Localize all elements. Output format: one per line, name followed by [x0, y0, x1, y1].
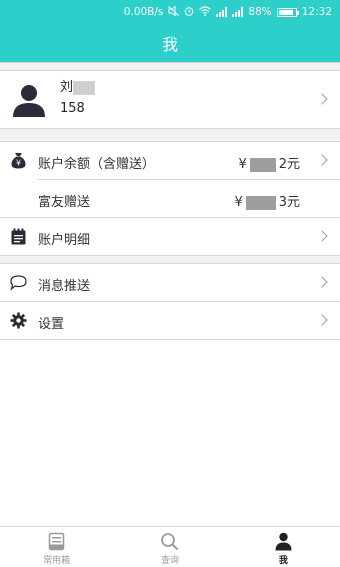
chevron-right-icon: [316, 93, 328, 105]
profile-row[interactable]: 刘 158: [0, 71, 340, 128]
net-speed: 0.00B/s: [123, 6, 164, 18]
clock: 12:32: [301, 6, 332, 18]
page-title: 我: [161, 35, 178, 54]
wifi-icon: [199, 5, 212, 19]
box-icon: [48, 532, 65, 551]
settings-label: 设置: [38, 317, 65, 332]
section-gap: [0, 62, 340, 71]
messages-row[interactable]: 消息推送: [0, 264, 340, 301]
tab-me[interactable]: 我: [227, 527, 340, 567]
balance-row[interactable]: ¥ 账户余额（含赠送） ¥2元: [0, 142, 340, 179]
battery-icon: [276, 7, 299, 17]
account-detail-label: 账户明细: [38, 233, 91, 248]
gift-label: 富友赠送: [38, 195, 91, 210]
tab-label: 查询: [160, 556, 179, 566]
value-redaction: [245, 195, 276, 210]
alarm-icon: [184, 6, 194, 19]
battery-percent: 88%: [248, 6, 272, 18]
gift-row: 富友赠送 ¥3元: [0, 180, 340, 217]
svg-text:¥: ¥: [16, 159, 21, 168]
balance-value: ¥2元: [238, 157, 300, 172]
status-bar: 0.00B/s 88% 12:32: [0, 0, 340, 24]
gift-value: ¥3元: [234, 195, 300, 210]
settings-row[interactable]: 设置: [0, 302, 340, 339]
tab-common-box[interactable]: 常用箱: [0, 527, 113, 567]
title-bar: 我: [0, 24, 340, 62]
tab-label: 我: [278, 556, 288, 566]
name-redaction: [73, 80, 96, 95]
value-redaction: [249, 157, 276, 172]
chat-bubble-icon: [10, 275, 27, 291]
avatar: [13, 85, 45, 117]
mute-icon: [168, 4, 180, 19]
chevron-right-icon: [316, 230, 328, 242]
person-icon: [275, 532, 292, 551]
balance-label: 账户余额（含赠送）: [38, 157, 156, 172]
search-icon: [161, 533, 179, 551]
chevron-right-icon: [316, 276, 328, 288]
chevron-right-icon: [316, 314, 328, 326]
messages-label: 消息推送: [38, 279, 91, 294]
chevron-right-icon: [316, 154, 328, 166]
divider: [0, 339, 340, 340]
signal-icon: [216, 7, 228, 17]
tab-query[interactable]: 查询: [113, 527, 226, 567]
notepad-icon: [11, 228, 26, 245]
section-gap: [0, 255, 340, 264]
tab-label: 常用箱: [43, 556, 71, 566]
money-bag-icon: ¥: [11, 153, 26, 169]
signal-icon: [232, 7, 244, 17]
tab-bar: 常用箱 查询 我: [0, 526, 340, 567]
section-gap: [0, 128, 340, 142]
profile-phone: 158: [60, 101, 85, 116]
gear-icon: [10, 312, 27, 329]
account-detail-row[interactable]: 账户明细: [0, 218, 340, 255]
profile-name: 刘: [60, 76, 96, 95]
